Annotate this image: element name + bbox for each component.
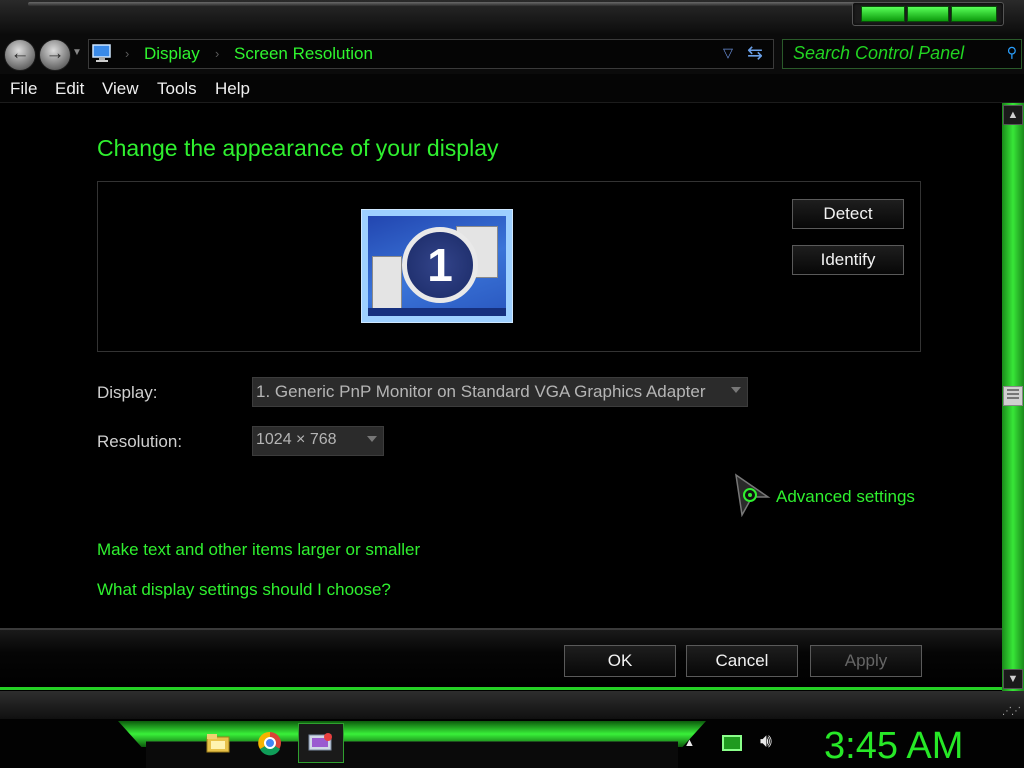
advanced-settings-link[interactable]: Advanced settings — [776, 487, 915, 507]
menu-view[interactable]: View — [102, 79, 139, 99]
display-settings-icon — [308, 733, 332, 751]
breadcrumb-screen-resolution[interactable]: Screen Resolution — [234, 44, 373, 64]
scroll-down-button[interactable]: ▼ — [1003, 669, 1023, 689]
address-bar[interactable]: › Display › Screen Resolution ▽ ⇆ — [88, 39, 774, 69]
text-size-link[interactable]: Make text and other items larger or smal… — [97, 540, 420, 560]
taskbar-active-window[interactable] — [298, 723, 344, 763]
main-content: Change the appearance of your display 1 … — [0, 103, 1002, 628]
display-select[interactable]: 1. Generic PnP Monitor on Standard VGA G… — [252, 377, 748, 407]
ok-button[interactable]: OK — [564, 645, 676, 677]
breadcrumb-separator: › — [125, 46, 130, 61]
window-controls — [852, 2, 1004, 26]
resolution-select[interactable]: 1024 × 768 — [252, 426, 384, 456]
menu-edit[interactable]: Edit — [55, 79, 84, 99]
monitor-taskbar-preview — [368, 308, 506, 316]
monitor-number-badge: 1 — [402, 227, 478, 303]
scroll-up-button[interactable]: ▲ — [1003, 105, 1023, 125]
display-settings-help-link[interactable]: What display settings should I choose? — [97, 580, 391, 600]
display-label: Display: — [97, 383, 158, 402]
back-arrow-icon: ← — [10, 43, 30, 64]
window-titlebar — [0, 0, 1024, 34]
cancel-button[interactable]: Cancel — [686, 645, 798, 677]
display-select-value: 1. Generic PnP Monitor on Standard VGA G… — [256, 382, 706, 401]
menu-tools[interactable]: Tools — [157, 79, 197, 99]
scroll-thumb[interactable] — [1003, 386, 1023, 406]
identify-button[interactable]: Identify — [792, 245, 904, 275]
navigation-bar: ← → ▼ › Display › Screen Resolution ▽ ⇆ … — [0, 34, 1024, 74]
dialog-button-bar: OK Cancel Apply — [0, 628, 1002, 690]
taskbar-clock[interactable]: 3:45 AM — [824, 725, 963, 768]
control-panel-icon — [92, 44, 111, 62]
monitor-screen: 1 — [368, 216, 506, 314]
page-title: Change the appearance of your display — [97, 135, 499, 161]
monitor-preview-window — [372, 256, 402, 310]
vertical-scrollbar[interactable]: ▲ ▼ — [1002, 103, 1024, 691]
refresh-icon[interactable]: ⇆ — [747, 42, 769, 64]
detect-button[interactable]: Detect — [792, 199, 904, 229]
maximize-button[interactable] — [907, 6, 949, 22]
recent-pages-dropdown[interactable]: ▼ — [72, 47, 82, 58]
minimize-button[interactable] — [861, 6, 905, 22]
menu-bar: File Edit View Tools Help — [0, 74, 1024, 103]
breadcrumb-display[interactable]: Display — [144, 44, 200, 64]
close-button[interactable] — [951, 6, 997, 22]
address-dropdown-icon[interactable]: ▽ — [723, 45, 733, 61]
chevron-down-icon — [367, 436, 377, 442]
resolution-select-value: 1024 × 768 — [256, 431, 337, 448]
file-explorer-icon[interactable] — [202, 727, 234, 759]
apply-button[interactable]: Apply — [810, 645, 922, 677]
resolution-label: Resolution: — [97, 432, 183, 451]
chrome-icon[interactable] — [254, 727, 286, 759]
advanced-settings-icon — [735, 473, 771, 517]
monitor-1-tile[interactable]: 1 — [361, 209, 513, 323]
search-icon[interactable]: ⚲ — [1007, 44, 1017, 61]
network-icon[interactable] — [722, 735, 742, 751]
forward-button[interactable]: → — [39, 39, 71, 71]
volume-icon[interactable]: 🔊︎ — [760, 731, 772, 753]
menu-help[interactable]: Help — [215, 79, 250, 99]
status-bar: ⋰⋰ — [0, 691, 1024, 719]
monitor-number: 1 — [427, 239, 453, 291]
titlebar-highlight — [28, 2, 994, 6]
monitor-arrangement-panel: 1 Detect Identify — [97, 181, 921, 352]
resize-grip-icon[interactable]: ⋰⋰ — [1002, 706, 1021, 717]
breadcrumb-separator: › — [215, 46, 220, 61]
show-hidden-icons[interactable]: ▲ — [684, 737, 695, 749]
search-input[interactable]: Search Control Panel — [793, 43, 964, 64]
search-box[interactable]: Search Control Panel ⚲ — [782, 39, 1022, 69]
taskbar: ▲ 🔊︎ 3:45 AM — [0, 719, 1024, 768]
chevron-down-icon — [731, 387, 741, 393]
back-button[interactable]: ← — [4, 39, 36, 71]
menu-file[interactable]: File — [10, 79, 37, 99]
forward-arrow-icon: → — [45, 43, 65, 64]
